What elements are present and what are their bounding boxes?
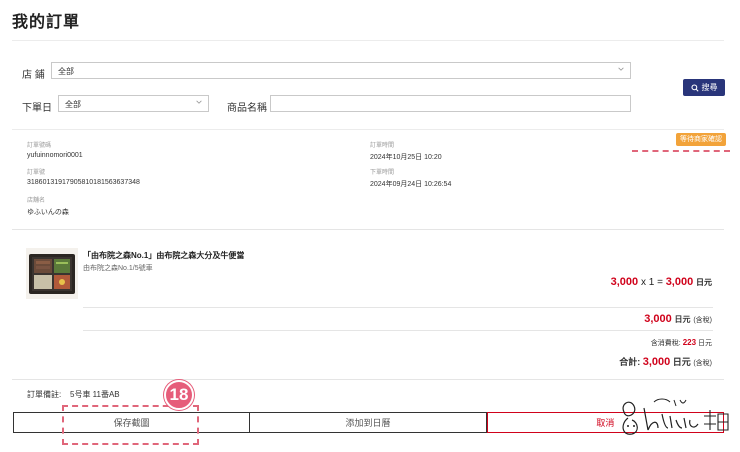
add-to-calendar-button[interactable]: 添加到日曆 bbox=[250, 412, 487, 433]
search-button-label: 搜尋 bbox=[701, 83, 718, 92]
sum-amount: 3,000 bbox=[642, 356, 671, 368]
place-time-label: 下單時間 bbox=[370, 170, 395, 176]
place-time-value: 2024年09月24日 10:26:54 bbox=[370, 181, 452, 188]
order-no-label: 訂單號碼 bbox=[27, 143, 52, 149]
search-button[interactable]: 搜尋 bbox=[683, 79, 725, 96]
grand-total-line: 合計: 3,000 日元 (含稅) bbox=[619, 355, 712, 368]
price-quantity-line: 3,000 x 1 = 3,000 日元 bbox=[611, 276, 712, 288]
bento-thumbnail bbox=[26, 248, 78, 299]
unit-price: 3,000 bbox=[610, 276, 639, 288]
chevron-down-icon bbox=[196, 100, 202, 104]
item-divider bbox=[83, 307, 713, 308]
order-time-value: 2024年10月25日 10:20 bbox=[370, 154, 442, 161]
tax-label: 含消費稅: bbox=[650, 340, 681, 347]
highlight-underline bbox=[632, 150, 730, 152]
status-badge: 等待商家確認 bbox=[676, 133, 726, 146]
order-no-value: yufuinnomori0001 bbox=[27, 152, 83, 159]
tax-amount: 223 bbox=[682, 338, 697, 347]
total-divider bbox=[83, 330, 713, 331]
currency-unit: 日元 bbox=[698, 340, 712, 347]
equals-sign: = bbox=[657, 277, 663, 288]
order-id-label: 訂單號 bbox=[27, 170, 46, 176]
note-divider bbox=[12, 379, 724, 380]
signature-watermark bbox=[622, 398, 729, 435]
chevron-down-icon bbox=[618, 67, 624, 71]
currency-unit: 日元 bbox=[674, 315, 691, 324]
currency-unit: 日元 bbox=[696, 278, 712, 287]
shop-label: 店舖名 bbox=[27, 198, 46, 204]
product-subtitle: 由布院之森No.1/5號車 bbox=[83, 265, 153, 272]
section-divider bbox=[12, 229, 724, 230]
shop-name-value: ゆふいんの森 bbox=[27, 209, 69, 216]
search-icon bbox=[690, 83, 699, 92]
times-sign: x bbox=[640, 277, 646, 288]
title-divider bbox=[12, 40, 724, 41]
date-label: 下單日 bbox=[22, 103, 52, 114]
date-select[interactable]: 全部 bbox=[58, 95, 209, 112]
currency-unit: 日元 bbox=[672, 357, 691, 367]
item-subtotal: 3,000 bbox=[665, 276, 694, 288]
order-id-value: 3186013191790581018156363734​8 bbox=[27, 179, 140, 186]
step-number-badge: 18 bbox=[164, 380, 194, 410]
tax-note: (含稅) bbox=[693, 317, 712, 324]
store-select[interactable]: 全部 bbox=[51, 62, 631, 79]
product-name: 「由布院之森No.1」由布院之森大分及牛便當 bbox=[83, 251, 245, 260]
highlight-box bbox=[62, 405, 199, 445]
order-time-label: 訂單時間 bbox=[370, 143, 395, 149]
store-select-value: 全部 bbox=[58, 67, 74, 76]
tax-included-amount: 3,000 bbox=[644, 313, 672, 325]
order-note-value: 5号車 11番AB bbox=[70, 390, 120, 399]
date-select-value: 全部 bbox=[65, 100, 81, 109]
consumption-tax-line: 含消費稅: 223 日元 bbox=[651, 338, 712, 348]
tax-note: (含稅) bbox=[693, 360, 712, 367]
order-note-label: 訂單備註: bbox=[27, 390, 62, 399]
product-label: 商品名稱 bbox=[227, 103, 267, 114]
product-name-input[interactable] bbox=[270, 95, 631, 112]
sum-label: 合計: bbox=[619, 357, 641, 367]
store-label: 店 鋪 bbox=[22, 70, 45, 81]
page-title: 我的訂單 bbox=[12, 14, 81, 31]
tax-included-total: 3,000 日元 (含稅) bbox=[644, 313, 712, 325]
quantity: 1 bbox=[648, 277, 655, 288]
